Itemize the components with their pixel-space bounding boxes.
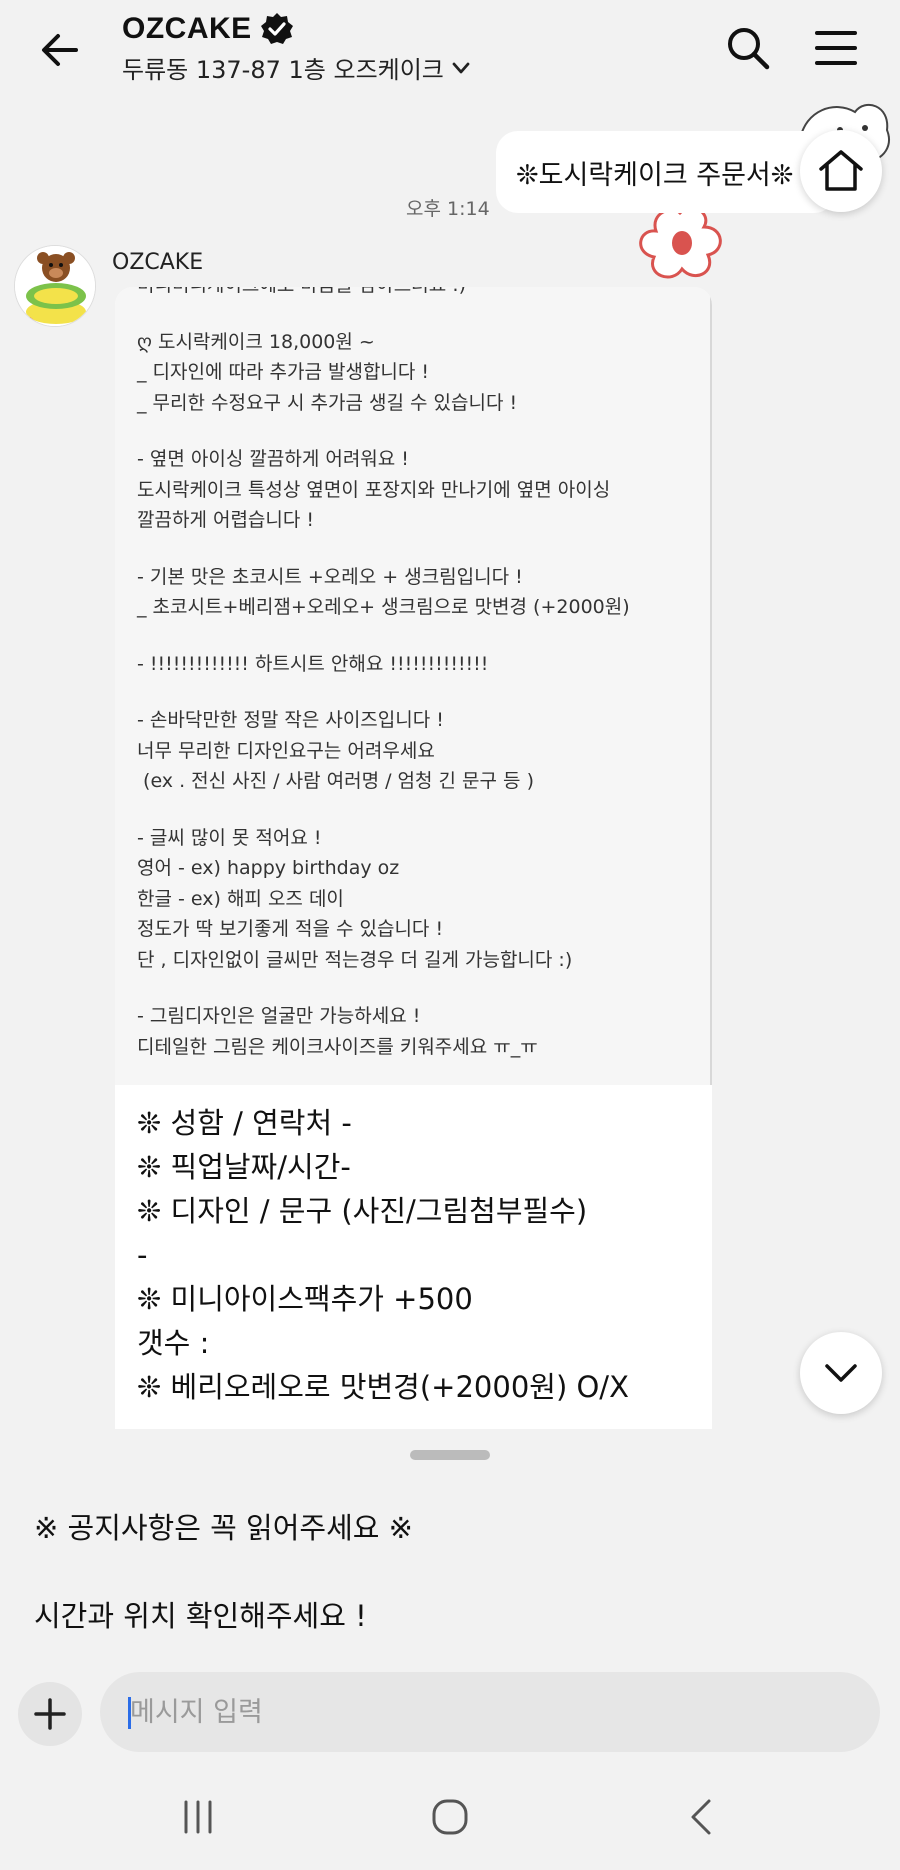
notice-text-line: - 글씨 많이 못 적어요 ! [137,826,322,849]
recent-apps-icon [184,1800,212,1834]
notice-text-line: - 그림디자인은 얼굴만 가능하세요 ! [137,1005,421,1027]
notice-spacer [137,418,688,444]
drawer-handle[interactable] [410,1450,490,1460]
search-button[interactable] [720,20,776,76]
order-form-line: - [137,1238,148,1272]
menu-button[interactable] [808,20,864,76]
notice-text-line: - 옆면 아이싱 깔끔하게 어려워요 ! [137,448,409,470]
order-form-line: ❊ 픽업날짜/시간- [137,1150,351,1184]
order-form-line: 갯수 : [137,1326,210,1360]
sender-name: OZCAKE [112,250,204,275]
scroll-to-bottom-button[interactable] [800,1332,882,1414]
notice-text-line: 영어 - ex) happy birthday oz [137,857,400,879]
notice-spacer [137,301,688,327]
notice-spacer [137,797,688,823]
order-form-line: ❊ 성함 / 연락처 - [137,1106,352,1140]
message-input[interactable] [100,1672,880,1752]
notice-spacer [137,623,688,649]
notice-text-line: _ 무리한 수정요구 시 추가금 생길 수 있습니다 ! [137,391,518,414]
order-form-line: ❊ 베리오레오로 맛변경(+2000원) O/X [137,1370,629,1404]
notice-spacer [137,536,688,562]
notice-line: 시간과 위치 확인해주세요 ! [34,1599,367,1633]
avatar[interactable] [14,245,96,327]
order-form-line: ❊ 미니아이스팩추가 +500 [137,1282,473,1316]
order-form-line: ❊ 디자인 / 문구 (사진/그림첨부필수) [137,1194,588,1228]
chevron-down-icon [825,1364,857,1382]
verified-badge-icon [260,13,293,44]
flower-sticker [639,206,722,279]
recent-apps-button[interactable] [168,1795,228,1839]
notice-spacer [137,975,688,1001]
order-form-text: ❊ 성함 / 연락처 - ❊ 픽업날짜/시간- ❊ 디자인 / 문구 (사진/그림첨… [115,1085,712,1409]
message-timestamp: 오후 1:14 [406,198,490,220]
notice-image[interactable]: 미니미니케이크에도 마음을 담아드려요 :) ღ 도시락케이크 18,000원 ~… [115,287,712,1085]
notice-text-line: 디테일한 그림은 케이크사이즈를 키워주세요 ㅠ_ㅠ [137,1035,538,1058]
system-navigation-bar [0,1775,900,1870]
notice-drawer[interactable]: ※ 공지사항은 꼭 읽어주세요 ※ 시간과 위치 확인해주세요 ! [0,1429,900,1661]
outgoing-message-text: ❊도시락케이크 주문서❊ [516,159,794,191]
notice-spacer [137,679,688,705]
chat-header: OZCAKE 두류동 137-87 1층 오즈케이크 [0,0,900,100]
notice-text-line: _ 디자인에 따라 추가금 발생합니다 ! [137,361,430,383]
text-caret [128,1697,131,1729]
notice-text-line: - 기본 맛은 초코시트 +오레오 + 생크림입니다 ! [137,565,523,588]
attach-button[interactable] [18,1682,82,1746]
home-icon [819,150,863,191]
home-circle-icon [432,1799,468,1835]
chat-title-area[interactable]: OZCAKE 두류동 137-87 1층 오즈케이크 [122,12,472,85]
notice-text-line: 한글 - ex) 해피 오즈 데이 [137,887,344,910]
notice-text-line: 단 , 디자인없이 글씨만 적는경우 더 길게 가능합니다 :) [137,948,573,971]
back-button[interactable] [30,20,90,80]
channel-title: OZCAKE [122,12,252,45]
notice-text-line: 미니미니케이크에도 마음을 담아드려요 :) [137,287,688,301]
system-home-button[interactable] [420,1795,480,1839]
notice-text-line: - 손바닥만한 정말 작은 사이즈입니다 ! [137,709,444,731]
plus-icon [34,1698,66,1730]
back-chevron-icon [691,1799,711,1835]
notice-text-line: (ex . 전신 사진 / 사람 여러명 / 엄청 긴 문구 등 ) [137,770,534,792]
back-arrow-icon [42,34,78,66]
notice-text-line: _ 초코시트+베리잼+오레오+ 생크림으로 맛변경 (+2000원) [137,596,630,618]
system-back-button[interactable] [672,1795,732,1839]
notice-text-line: 너무 무리한 디자인요구는 어려우세요 [137,739,435,762]
ozcake-bear-logo [15,246,95,326]
notice-text-line: 정도가 딱 보기좋게 적을 수 있습니다 ! [137,918,444,940]
notice-text-line: 깔끔하게 어렵습니다 ! [137,509,315,531]
search-icon [728,28,770,70]
notice-line: ※ 공지사항은 꼭 읽어주세요 ※ [34,1511,413,1545]
incoming-notice-card[interactable]: 미니미니케이크에도 마음을 담아드려요 :) ღ 도시락케이크 18,000원 ~… [115,287,712,1429]
outgoing-message-bubble[interactable]: ❊도시락케이크 주문서❊ [496,131,836,213]
chevron-down-icon [452,62,470,73]
notice-text-line: - !!!!!!!!!!!!! 하트시트 안해요 !!!!!!!!!!!!! [137,652,489,675]
home-button[interactable] [800,130,882,212]
channel-address: 두류동 137-87 1층 오즈케이크 [122,56,444,84]
notice-text-line: 도시락케이크 특성상 옆면이 포장지와 만나기에 옆면 아이싱 [137,478,611,501]
notice-text-line: ღ 도시락케이크 18,000원 ~ [137,330,375,353]
menu-icon [815,31,857,65]
